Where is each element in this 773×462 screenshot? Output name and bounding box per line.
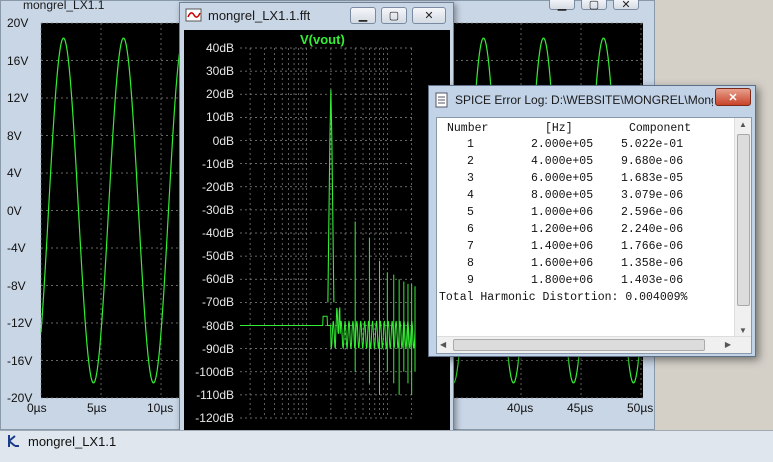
vertical-scrollbar[interactable]: ▲ ▼ bbox=[734, 118, 751, 337]
scroll-left-arrow[interactable]: ◀ bbox=[440, 340, 446, 349]
time-y-tick-label: -16V bbox=[7, 353, 33, 368]
fft-trace-svg bbox=[240, 47, 416, 419]
log-cell: 2 bbox=[467, 155, 474, 168]
fft-plot[interactable] bbox=[240, 47, 416, 419]
fft-y-tick-label: 40dB bbox=[205, 41, 234, 55]
log-cell: 2.596e-06 bbox=[621, 206, 684, 219]
fft-fundamental-peak bbox=[327, 89, 335, 303]
log-cell: 6.000e+05 bbox=[531, 172, 594, 185]
error-log-content: Number[Hz]ComponentC12.000e+055.022e-011… bbox=[436, 117, 752, 354]
scroll-right-arrow[interactable]: ▶ bbox=[725, 340, 731, 349]
fft-maximize-button[interactable]: ▢ bbox=[381, 7, 407, 24]
log-cell: 2.240e-06 bbox=[621, 223, 684, 236]
circuit-icon bbox=[6, 433, 22, 449]
taskbar-label: mongrel_LX1.1 bbox=[28, 433, 117, 449]
thd-line: Total Harmonic Distortion: 0.004009% bbox=[439, 291, 688, 304]
log-cell: 1.800e+06 bbox=[531, 274, 594, 287]
time-x-tick-label: 50µs bbox=[627, 401, 654, 415]
fft-y-tick-label: -70dB bbox=[201, 295, 234, 310]
fft-y-tick-label: -90dB bbox=[201, 341, 234, 356]
fft-y-tick-label: 0dB bbox=[212, 133, 234, 148]
log-cell: 5.022e-01 bbox=[621, 138, 684, 151]
log-cell: 1.400e+06 bbox=[531, 240, 594, 253]
error-log-titlebar[interactable]: SPICE Error Log: D:\WEBSITE\MONGREL\Mong… bbox=[429, 86, 755, 114]
fft-y-tick-label: -80dB bbox=[201, 318, 234, 333]
main-window-title: mongrel_LX1.1 bbox=[23, 0, 105, 12]
log-cell: 8 bbox=[467, 257, 474, 270]
fft-close-button[interactable]: ✕ bbox=[412, 7, 446, 24]
log-cell: 6 bbox=[467, 223, 474, 236]
time-y-tick-label: -4V bbox=[7, 241, 26, 255]
fft-y-tick-label: -50dB bbox=[201, 249, 234, 264]
log-cell: 4 bbox=[467, 189, 474, 202]
fft-y-tick-label: -100dB bbox=[195, 364, 234, 379]
scroll-thumb[interactable] bbox=[737, 134, 750, 306]
main-close-button[interactable]: ✕ bbox=[613, 0, 639, 11]
error-log-title: SPICE Error Log: D:\WEBSITE\MONGREL\Mong… bbox=[455, 93, 713, 107]
fft-y-tick-label: 30dB bbox=[205, 64, 234, 79]
time-y-tick-label: 16V bbox=[7, 53, 29, 68]
log-cell: 3.079e-06 bbox=[621, 189, 684, 202]
time-x-tick-label: 0µs bbox=[27, 401, 47, 415]
time-y-tick-label: -12V bbox=[7, 316, 33, 330]
horizontal-scrollbar[interactable]: ◀ ▶ bbox=[437, 336, 751, 353]
fft-y-tick-label: 10dB bbox=[205, 110, 234, 125]
log-cell: 7 bbox=[467, 240, 474, 253]
main-maximize-button[interactable]: ▢ bbox=[581, 0, 607, 11]
log-cell: 5 bbox=[467, 206, 474, 219]
fft-trace-label[interactable]: V(vout) bbox=[300, 32, 345, 47]
log-cell: 3 bbox=[467, 172, 474, 185]
scroll-up-arrow[interactable]: ▲ bbox=[739, 120, 747, 129]
log-cell: 1.600e+06 bbox=[531, 257, 594, 270]
fft-minimize-button[interactable]: ▁ bbox=[350, 7, 376, 24]
fft-y-tick-label: -60dB bbox=[201, 272, 234, 287]
fft-y-tick-label: -30dB bbox=[201, 202, 234, 217]
fft-y-tick-label: -40dB bbox=[201, 226, 234, 240]
time-x-tick-label: 5µs bbox=[87, 401, 107, 415]
fft-y-tick-label: -120dB bbox=[195, 411, 234, 425]
fft-y-tick-label: 20dB bbox=[205, 87, 234, 102]
log-cell: 1.403e-06 bbox=[621, 274, 684, 287]
fft-window-title: mongrel_LX1.1.fft bbox=[208, 7, 311, 23]
error-log-close-button[interactable]: ✕ bbox=[715, 88, 751, 106]
time-x-tick-label: 45µs bbox=[567, 401, 594, 415]
fft-y-tick-label: -10dB bbox=[201, 156, 234, 171]
time-y-tick-label: 0V bbox=[7, 203, 22, 218]
time-y-tick-label: 8V bbox=[7, 128, 22, 143]
log-cell: 8.000e+05 bbox=[531, 189, 594, 202]
time-y-tick-label: 4V bbox=[7, 166, 22, 180]
log-cell: 1.358e-06 bbox=[621, 257, 684, 270]
log-cell: 1.000e+06 bbox=[531, 206, 594, 219]
log-cell: 1.766e-06 bbox=[621, 240, 684, 253]
fft-noise-trace bbox=[240, 307, 416, 351]
taskbar-item[interactable]: mongrel_LX1.1 bbox=[6, 433, 116, 449]
fft-y-tick-label: -110dB bbox=[196, 387, 234, 402]
log-cell: 4.000e+05 bbox=[531, 155, 594, 168]
time-x-tick-label: 10µs bbox=[147, 401, 174, 415]
main-minimize-button[interactable]: ▁ bbox=[549, 0, 575, 11]
log-cell: 1 bbox=[467, 138, 474, 151]
log-icon bbox=[435, 92, 449, 108]
log-header-cell: [Hz] bbox=[545, 122, 573, 135]
time-x-tick-label: 40µs bbox=[507, 401, 534, 415]
log-header-cell: Number bbox=[447, 122, 489, 135]
h-scroll-thumb[interactable] bbox=[453, 339, 705, 351]
bottom-taskbar: mongrel_LX1.1 bbox=[0, 430, 773, 462]
error-log-window: SPICE Error Log: D:\WEBSITE\MONGREL\Mong… bbox=[428, 85, 756, 357]
time-y-tick-label: 20V bbox=[7, 16, 29, 30]
time-y-tick-label: 12V bbox=[7, 91, 29, 105]
fft-y-tick-label: -20dB bbox=[201, 179, 234, 194]
log-cell: 1.683e-05 bbox=[621, 172, 684, 185]
log-cell: 9.680e-06 bbox=[621, 155, 684, 168]
log-header-cell: Component bbox=[629, 122, 692, 135]
scroll-down-arrow[interactable]: ▼ bbox=[739, 326, 747, 335]
fft-window: mongrel_LX1.1.fft ▁ ▢ ✕ V(vout) 40dB 30dB… bbox=[179, 2, 454, 452]
log-cell: 9 bbox=[467, 274, 474, 287]
waveform-icon bbox=[185, 8, 202, 22]
log-cell: 2.000e+05 bbox=[531, 138, 594, 151]
log-cell: 1.200e+06 bbox=[531, 223, 594, 236]
time-y-tick-label: -8V bbox=[7, 278, 26, 293]
